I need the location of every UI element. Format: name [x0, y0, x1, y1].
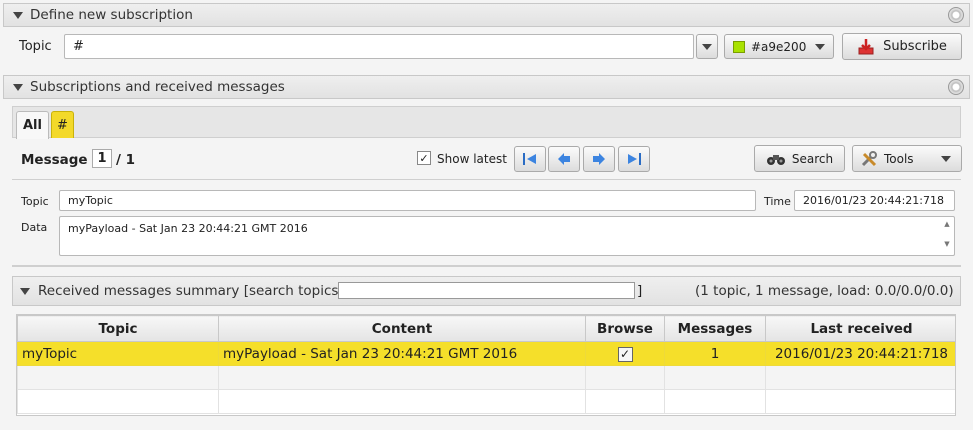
tools-label: Tools — [884, 151, 914, 166]
column-header-browse[interactable]: Browse — [585, 315, 665, 342]
message-topic-label: Topic — [21, 195, 49, 208]
subscribe-button[interactable]: Subscribe — [842, 33, 962, 60]
subscription-panel-title: Define new subscription — [30, 7, 193, 23]
collapse-arrow-icon[interactable] — [13, 11, 23, 19]
color-value: #a9e200 — [751, 39, 807, 54]
tab-bar — [12, 106, 961, 138]
message-data-label: Data — [21, 221, 48, 234]
summary-table-container: Topic Content Browse Messages Last recei… — [16, 314, 956, 416]
chevron-down-icon — [815, 43, 825, 50]
tools-dropdown[interactable]: Tools — [852, 145, 962, 172]
cell-last-received: 2016/01/23 20:44:21:718 — [765, 341, 955, 366]
previous-message-button[interactable] — [548, 146, 580, 172]
color-swatch — [733, 40, 745, 53]
settings-gear-icon[interactable] — [948, 79, 964, 95]
subscribe-topic-label: Topic — [19, 39, 52, 54]
messages-panel-title: Subscriptions and received messages — [30, 79, 285, 95]
subscribe-topic-input[interactable]: # — [64, 34, 694, 59]
message-topic-field[interactable]: myTopic — [59, 190, 756, 211]
topic-dropdown-button[interactable] — [696, 34, 718, 59]
message-index-input[interactable]: 1 — [92, 149, 112, 168]
splitter-handle[interactable] — [12, 265, 961, 267]
arrow-right-icon — [593, 153, 605, 165]
last-icon — [628, 153, 641, 165]
column-header-content[interactable]: Content — [218, 315, 586, 342]
column-header-topic[interactable]: Topic — [17, 315, 219, 342]
message-time-label: Time — [764, 195, 791, 208]
arrow-left-icon — [558, 153, 570, 165]
column-header-last-received[interactable]: Last received — [765, 315, 955, 342]
first-icon — [523, 153, 536, 165]
table-header-row: Topic Content Browse Messages Last recei… — [17, 315, 955, 342]
show-latest-checkbox[interactable]: ✓ — [417, 151, 431, 165]
subscribe-label: Subscribe — [883, 39, 947, 54]
last-message-button[interactable] — [618, 146, 650, 172]
cell-content: myPayload - Sat Jan 23 20:44:21 GMT 2016 — [218, 341, 586, 366]
summary-stats: (1 topic, 1 message, load: 0.0/0.0/0.0) — [695, 283, 954, 299]
message-label: Message — [21, 152, 88, 168]
settings-gear-icon[interactable] — [948, 7, 964, 23]
subscription-panel-header[interactable]: Define new subscription — [3, 3, 970, 27]
search-label: Search — [791, 151, 834, 166]
table-row-empty — [17, 365, 955, 390]
show-latest-label: Show latest — [437, 152, 507, 166]
textarea-scrollbar[interactable]: ▲ ▼ — [942, 219, 952, 253]
summary-table: Topic Content Browse Messages Last recei… — [17, 315, 955, 414]
chevron-down-icon — [941, 155, 951, 162]
summary-collapse-arrow-icon[interactable] — [20, 288, 30, 295]
divider — [12, 179, 961, 180]
subscribe-icon — [858, 38, 874, 54]
messages-panel-header[interactable]: Subscriptions and received messages — [3, 75, 970, 99]
message-time-field[interactable]: 2016/01/23 20:44:21:718 — [794, 190, 955, 211]
next-message-button[interactable] — [583, 146, 615, 172]
table-row[interactable]: myTopic myPayload - Sat Jan 23 20:44:21 … — [17, 341, 955, 366]
binoculars-icon — [766, 154, 785, 165]
column-header-messages[interactable]: Messages — [664, 315, 766, 342]
collapse-arrow-icon[interactable] — [13, 83, 23, 91]
search-topics-input[interactable] — [338, 282, 635, 299]
browse-checkbox[interactable]: ✓ — [617, 346, 633, 362]
cell-browse: ✓ — [585, 341, 665, 366]
tools-icon — [861, 150, 877, 166]
search-button[interactable]: Search — [754, 145, 845, 172]
first-message-button[interactable] — [514, 146, 546, 172]
table-row-empty — [17, 389, 955, 414]
message-total: / 1 — [116, 152, 136, 168]
message-data-textarea[interactable]: myPayload - Sat Jan 23 20:44:21 GMT 2016… — [59, 216, 955, 256]
message-data-value: myPayload - Sat Jan 23 20:44:21 GMT 2016 — [68, 222, 308, 235]
tab-topic-hash[interactable]: # — [51, 111, 74, 138]
cell-messages: 1 — [664, 341, 766, 366]
summary-title-end: ] — [637, 283, 643, 299]
tab-all[interactable]: All — [16, 111, 49, 139]
cell-topic: myTopic — [17, 341, 219, 366]
color-picker[interactable]: #a9e200 — [724, 34, 834, 59]
summary-title: Received messages summary [search topics… — [38, 283, 343, 299]
chevron-down-icon — [702, 43, 712, 50]
